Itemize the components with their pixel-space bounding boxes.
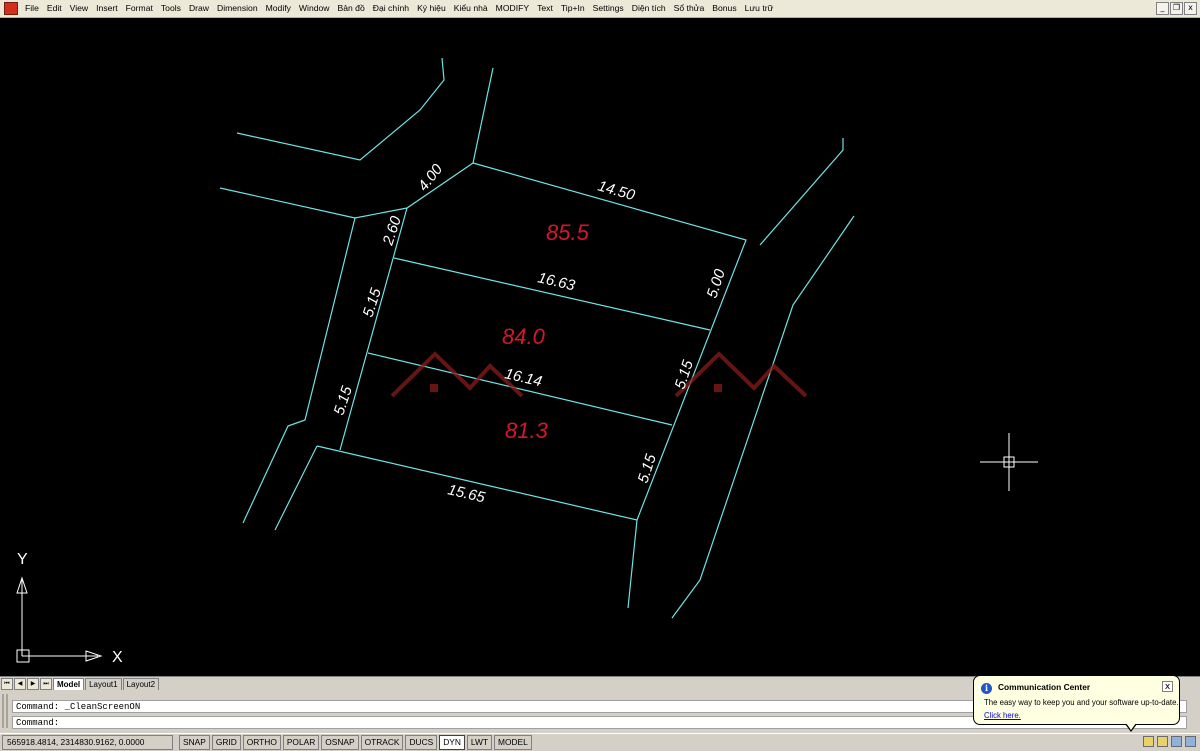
menu-ky-hieu[interactable]: Ký hiệu xyxy=(413,0,450,17)
balloon-close-button[interactable]: x xyxy=(1162,681,1173,692)
menu-modify[interactable]: Modify xyxy=(262,0,295,17)
minimize-button[interactable]: _ xyxy=(1156,2,1169,15)
menu-luu-tru[interactable]: Lưu trữ xyxy=(741,0,778,17)
last-tab-button[interactable]: ⏭ xyxy=(40,678,52,690)
menu-insert[interactable]: Insert xyxy=(92,0,122,17)
tab-layout2[interactable]: Layout2 xyxy=(122,677,160,691)
road-edge-1 xyxy=(236,57,445,161)
autocad-app-icon[interactable] xyxy=(4,2,18,15)
info-icon: i xyxy=(981,683,992,694)
status-bar: 565918.4814, 2314830.9162, 0.0000 SNAP G… xyxy=(0,733,1200,751)
division-line-1 xyxy=(393,257,711,331)
polar-toggle[interactable]: POLAR xyxy=(282,735,320,750)
tab-model[interactable]: Model xyxy=(53,677,85,691)
menu-kieu-nha[interactable]: Kiểu nhà xyxy=(450,0,492,17)
road-edge-4 xyxy=(759,138,844,246)
menu-edit[interactable]: Edit xyxy=(43,0,66,17)
menu-draw[interactable]: Draw xyxy=(185,0,213,17)
lot-left-edge xyxy=(339,207,408,451)
menu-dimension[interactable]: Dimension xyxy=(213,0,262,17)
menu-file[interactable]: File xyxy=(21,0,43,17)
menu-dai-chinh[interactable]: Đại chính xyxy=(369,0,413,17)
drawing-svg: 4.00 14.50 2.60 16.63 5.00 5.15 5.15 16.… xyxy=(16,57,1038,666)
menu-dien-tich[interactable]: Diện tích xyxy=(628,0,670,17)
snap-toggle[interactable]: SNAP xyxy=(179,735,210,750)
window-controls: _ ❐ x xyxy=(1156,2,1197,15)
crosshair-cursor xyxy=(980,433,1038,491)
menu-modify-custom[interactable]: MODIFY xyxy=(492,0,533,17)
restore-button[interactable]: ❐ xyxy=(1170,2,1183,15)
menu-window[interactable]: Window xyxy=(295,0,334,17)
ducs-toggle[interactable]: DUCS xyxy=(405,735,438,750)
road-edge-7 xyxy=(274,445,318,531)
comm-center-icon[interactable] xyxy=(1143,736,1154,747)
menu-tip-in[interactable]: Tip+In xyxy=(557,0,589,17)
dyn-toggle[interactable]: DYN xyxy=(439,735,465,750)
dim-label: 5.15 xyxy=(672,358,697,392)
balloon-message: The easy way to keep you and your softwa… xyxy=(984,698,1179,707)
balloon-tail-inner xyxy=(1126,723,1136,730)
division-line-2 xyxy=(367,352,673,426)
road-edge-3 xyxy=(354,67,494,219)
drawing-canvas[interactable]: 4.00 14.50 2.60 16.63 5.00 5.15 5.15 16.… xyxy=(0,18,1200,676)
dim-label: 15.65 xyxy=(446,481,487,506)
menu-so-thua[interactable]: Sổ thửa xyxy=(670,0,709,17)
grid-toggle[interactable]: GRID xyxy=(211,735,241,750)
first-tab-button[interactable]: ⏮ xyxy=(1,678,13,690)
watermark-logo-1 xyxy=(390,351,524,398)
dim-label: 16.63 xyxy=(536,269,577,294)
toolbar-lock-icon[interactable] xyxy=(1171,736,1182,747)
ucs-y-label: Y xyxy=(17,551,28,568)
road-edge-6 xyxy=(316,445,638,609)
lock-icon[interactable] xyxy=(1157,736,1168,747)
menu-tools[interactable]: Tools xyxy=(157,0,185,17)
menu-ban-do[interactable]: Bản đồ xyxy=(334,0,369,17)
model-space-toggle[interactable]: MODEL xyxy=(493,735,532,750)
osnap-toggle[interactable]: OSNAP xyxy=(321,735,359,750)
command-window-grip[interactable] xyxy=(2,694,8,728)
communication-center-balloon: i Communication Center x The easy way to… xyxy=(973,675,1180,725)
clean-screen-icon[interactable] xyxy=(1185,736,1196,747)
area-label: 81.3 xyxy=(505,418,549,443)
area-label: 85.5 xyxy=(546,220,590,245)
tab-layout1[interactable]: Layout1 xyxy=(85,677,122,691)
dim-label: 5.15 xyxy=(360,286,385,320)
ucs-x-label: X xyxy=(112,649,123,666)
close-button[interactable]: x xyxy=(1184,2,1197,15)
road-edge-5 xyxy=(671,215,855,619)
dim-label: 4.00 xyxy=(415,160,447,194)
dim-label: 14.50 xyxy=(596,178,637,205)
area-label: 84.0 xyxy=(502,324,546,349)
menu-text[interactable]: Text xyxy=(533,0,557,17)
menu-view[interactable]: View xyxy=(66,0,92,17)
road-edge-2 xyxy=(219,187,356,524)
ortho-toggle[interactable]: ORTHO xyxy=(242,735,281,750)
next-tab-button[interactable]: ▶ xyxy=(27,678,39,690)
dim-label: 5.15 xyxy=(331,384,356,418)
coordinate-readout[interactable]: 565918.4814, 2314830.9162, 0.0000 xyxy=(2,735,173,750)
menu-format[interactable]: Format xyxy=(122,0,157,17)
status-tray xyxy=(1143,736,1196,747)
otrack-toggle[interactable]: OTRACK xyxy=(360,735,404,750)
lwt-toggle[interactable]: LWT xyxy=(466,735,492,750)
dim-label: 5.15 xyxy=(635,452,660,486)
ucs-icon xyxy=(16,576,103,663)
menu-bonus[interactable]: Bonus xyxy=(708,0,740,17)
watermark-logo-2 xyxy=(674,351,808,398)
balloon-link[interactable]: Click here. xyxy=(984,711,1021,720)
balloon-title: Communication Center xyxy=(998,682,1091,692)
menu-bar: File Edit View Insert Format Tools Draw … xyxy=(0,0,1200,18)
menu-settings[interactable]: Settings xyxy=(589,0,628,17)
dim-label: 5.00 xyxy=(704,267,729,301)
prev-tab-button[interactable]: ◀ xyxy=(14,678,26,690)
